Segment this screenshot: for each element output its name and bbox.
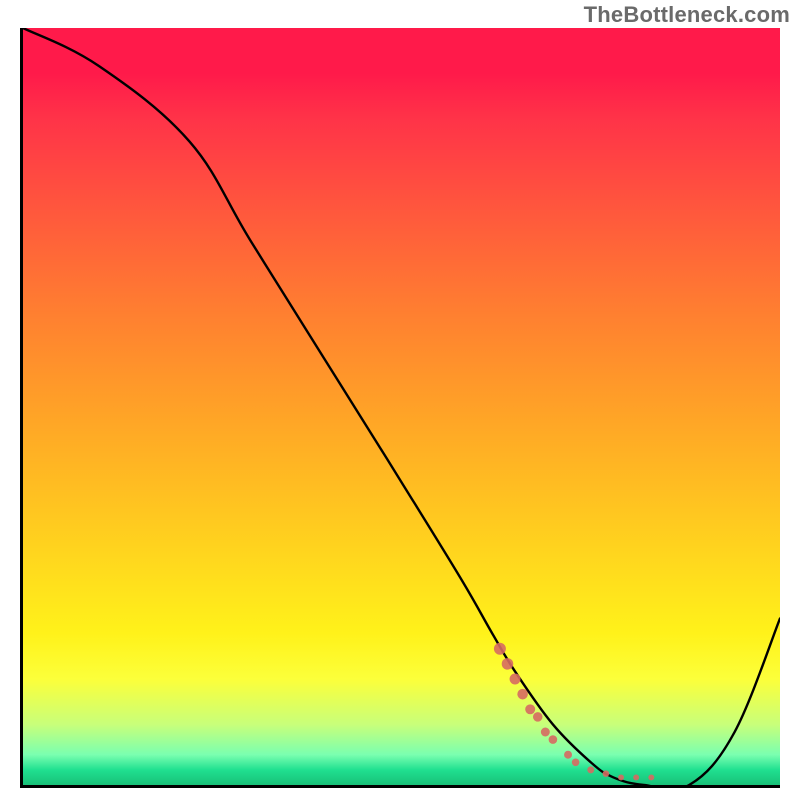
marker-dot — [603, 770, 610, 777]
marker-dot — [587, 766, 594, 773]
marker-dot — [510, 674, 521, 685]
marker-dot — [494, 643, 506, 655]
marker-dot — [618, 774, 624, 780]
bottleneck-curve-line — [23, 28, 780, 785]
marker-dot — [502, 658, 514, 670]
marker-dot — [549, 735, 558, 744]
marker-dots-group — [494, 643, 654, 781]
marker-dot — [541, 728, 550, 737]
marker-dot — [525, 704, 535, 714]
marker-dot — [572, 759, 580, 767]
watermark-text: TheBottleneck.com — [584, 2, 790, 28]
plot-area — [20, 28, 780, 788]
marker-dot — [517, 689, 528, 700]
chart-overlay — [23, 28, 780, 785]
marker-dot — [533, 712, 543, 722]
marker-dot — [633, 774, 639, 780]
marker-dot — [564, 751, 572, 759]
marker-dot — [648, 774, 654, 780]
chart-container: TheBottleneck.com — [0, 0, 800, 800]
